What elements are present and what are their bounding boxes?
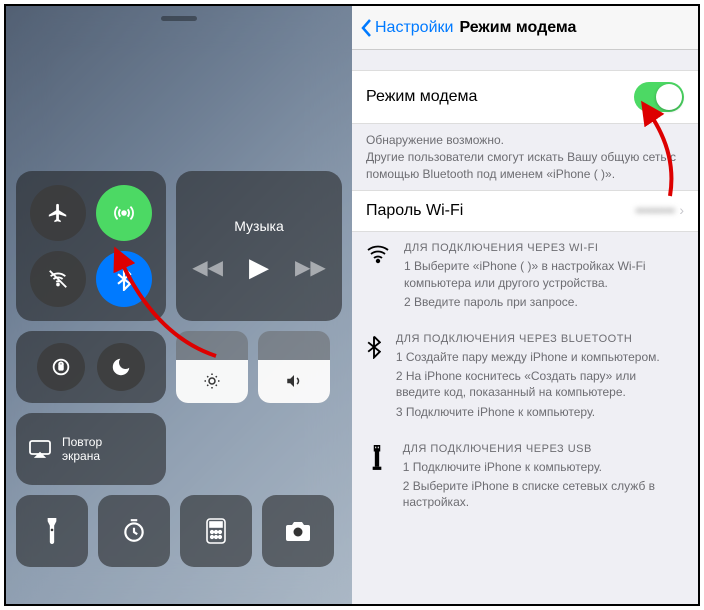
page-title: Режим модема <box>459 19 576 37</box>
calculator-button[interactable] <box>180 495 252 567</box>
airplane-mode-toggle[interactable] <box>30 185 86 241</box>
flashlight-button[interactable] <box>16 495 88 567</box>
next-track-button[interactable]: ▶▶ <box>295 255 326 280</box>
connectivity-panel <box>16 171 166 321</box>
back-button[interactable]: Настройки <box>360 18 453 38</box>
brightness-icon <box>203 372 221 395</box>
nav-bar: Настройки Режим модема <box>352 6 698 50</box>
hotspot-description: Обнаружение возможно. Другие пользовател… <box>352 124 698 190</box>
wifi-icon <box>366 242 390 313</box>
volume-icon <box>285 372 303 395</box>
hotspot-toggle-label: Режим модема <box>366 88 477 106</box>
music-panel[interactable]: Музыка ◀◀ ▶ ▶▶ <box>176 171 342 321</box>
usb-instructions: ДЛЯ ПОДКЛЮЧЕНИЯ ЧЕРЕЗ USB 1 Подключите i… <box>352 433 698 524</box>
hotspot-toggle[interactable] <box>634 82 684 112</box>
volume-slider[interactable] <box>258 331 330 403</box>
grabber-handle[interactable] <box>161 16 197 21</box>
usb-icon <box>366 443 389 514</box>
timer-button[interactable] <box>98 495 170 567</box>
music-title: Музыка <box>234 218 284 234</box>
chevron-right-icon: › <box>679 202 684 218</box>
brightness-slider[interactable] <box>176 331 248 403</box>
play-button[interactable]: ▶ <box>249 252 269 283</box>
rotation-lock-toggle[interactable] <box>37 343 85 391</box>
control-center-pane: Музыка ◀◀ ▶ ▶▶ <box>6 6 352 604</box>
wifi-toggle[interactable] <box>30 251 86 307</box>
screen-mirroring-label: Повтор экрана <box>62 435 102 464</box>
airplay-icon <box>28 439 52 459</box>
settings-pane: Настройки Режим модема Режим модема Обна… <box>352 6 698 604</box>
cellular-data-toggle[interactable] <box>96 185 152 241</box>
screen-mirroring-button[interactable]: Повтор экрана <box>16 413 166 485</box>
wifi-password-label: Пароль Wi-Fi <box>366 202 463 220</box>
hotspot-toggle-cell[interactable]: Режим модема <box>352 70 698 124</box>
prev-track-button[interactable]: ◀◀ <box>192 255 223 280</box>
bluetooth-icon <box>366 333 382 423</box>
lock-dnd-panel <box>16 331 166 403</box>
wifi-password-value: •••••••• <box>636 202 675 218</box>
chevron-left-icon <box>360 18 372 38</box>
camera-button[interactable] <box>262 495 334 567</box>
back-label: Настройки <box>375 19 453 37</box>
dnd-toggle[interactable] <box>97 343 145 391</box>
bluetooth-toggle[interactable] <box>96 251 152 307</box>
bluetooth-instructions: ДЛЯ ПОДКЛЮЧЕНИЯ ЧЕРЕЗ BLUETOOTH 1 Создай… <box>352 323 698 433</box>
wifi-instructions: ДЛЯ ПОДКЛЮЧЕНИЯ ЧЕРЕЗ WI-FI 1 Выберите «… <box>352 232 698 323</box>
wifi-password-cell[interactable]: Пароль Wi-Fi •••••••• › <box>352 190 698 232</box>
